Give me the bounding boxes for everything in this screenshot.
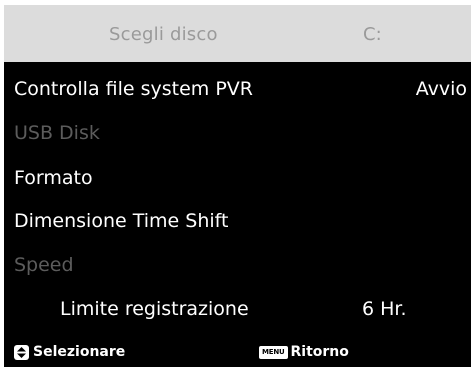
up-down-arrows-icon	[14, 344, 29, 360]
menu-item-usb-disk: USB Disk	[4, 112, 471, 156]
footer-hints: Selezionare MENU Ritorno	[4, 338, 471, 367]
menu-item-value: 6 Hr.	[362, 298, 407, 320]
menu-item-time-shift-size[interactable]: Dimensione Time Shift	[4, 200, 471, 244]
menu-item-check-file-system[interactable]: Controlla file system PVR Avvio	[4, 68, 471, 112]
pvr-settings-screen: Scegli disco C: Controlla file system PV…	[4, 5, 471, 367]
select-hint: Selezionare	[14, 344, 125, 360]
menu-item-label: Dimensione Time Shift	[14, 210, 229, 232]
menu-item-format[interactable]: Formato	[4, 157, 471, 201]
header-title: Scegli disco	[109, 24, 218, 45]
menu-item-label: Formato	[14, 167, 93, 189]
menu-item-label: Limite registrazione	[60, 298, 249, 320]
menu-item-label: Controlla file system PVR	[14, 78, 254, 100]
menu-item-label: Speed	[14, 254, 74, 276]
drive-value[interactable]: C:	[363, 24, 382, 45]
menu-item-value: Avvio	[415, 78, 467, 100]
back-hint: MENU Ritorno	[259, 344, 349, 360]
header-bar[interactable]: Scegli disco C:	[4, 5, 471, 62]
back-hint-label: Ritorno	[290, 344, 349, 360]
menu-item-label: USB Disk	[14, 122, 100, 144]
menu-item-record-limit[interactable]: Limite registrazione 6 Hr.	[4, 288, 471, 332]
select-hint-label: Selezionare	[33, 344, 126, 360]
menu-button-icon: MENU	[259, 345, 288, 359]
menu-item-speed: Speed	[4, 244, 471, 288]
